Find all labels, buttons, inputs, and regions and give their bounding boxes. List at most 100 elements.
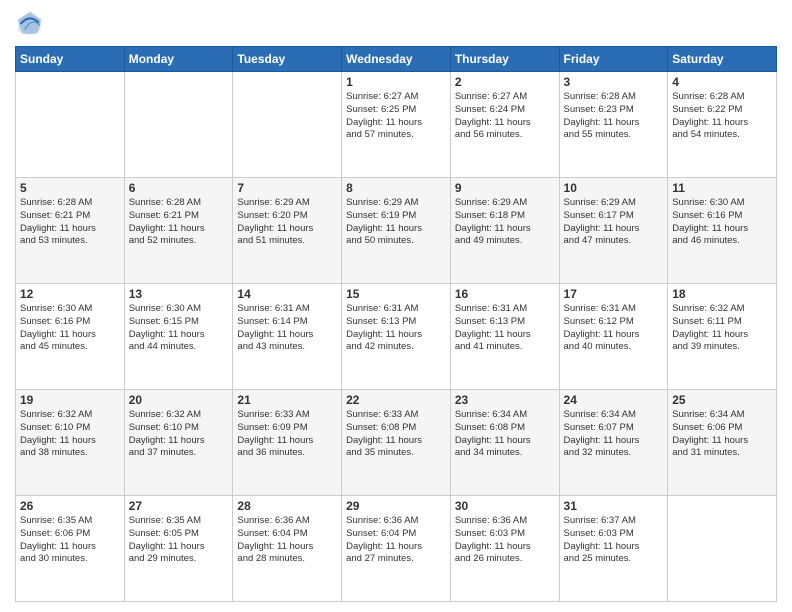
day-info: Sunrise: 6:31 AM Sunset: 6:12 PM Dayligh… (564, 303, 664, 354)
calendar-cell: 30Sunrise: 6:36 AM Sunset: 6:03 PM Dayli… (450, 496, 559, 602)
calendar-cell: 4 Sunrise: 6:28 AM Sunset: 6:22 PM Daylig… (668, 72, 777, 178)
calendar-cell: 29 Sunrise: 6:36 AM Sunset: 6:04 PM Dayli… (342, 496, 451, 602)
weekday-header: Thursday (450, 47, 559, 72)
calendar-cell (16, 72, 125, 178)
day-info: Sunrise: 6:30 AM Sunset: 6:16 PM Dayligh… (672, 197, 772, 248)
calendar-cell: 21Sunrise: 6:33 AM Sunset: 6:09 PM Dayli… (233, 390, 342, 496)
day-number: 9 (455, 181, 555, 195)
day-info: Sunrise: 6:27 AM Sunset: 6:25 PM Dayligh… (346, 91, 446, 142)
day-info: Sunrise: 6:32 AM Sunset: 6:10 PM Dayligh… (129, 409, 229, 460)
day-number: 5 (20, 181, 120, 195)
calendar-cell (233, 72, 342, 178)
calendar-cell: 12Sunrise: 6:30 AM Sunset: 6:16 PM Dayli… (16, 284, 125, 390)
day-info: Sunrise: 6:34 AM Sunset: 6:06 PM Dayligh… (672, 409, 772, 460)
day-info: Sunrise: 6:36 AM Sunset: 6:04 PM Dayligh… (237, 515, 337, 566)
day-info: Sunrise: 6:33 AM Sunset: 6:08 PM Dayligh… (346, 409, 446, 460)
day-info: Sunrise: 6:30 AM Sunset: 6:15 PM Dayligh… (129, 303, 229, 354)
calendar-cell: 11Sunrise: 6:30 AM Sunset: 6:16 PM Dayli… (668, 178, 777, 284)
calendar-cell: 22 Sunrise: 6:33 AM Sunset: 6:08 PM Dayli… (342, 390, 451, 496)
calendar-cell: 19 Sunrise: 6:32 AM Sunset: 6:10 PM Dayli… (16, 390, 125, 496)
day-number: 18 (672, 287, 772, 301)
calendar-cell (668, 496, 777, 602)
day-number: 25 (672, 393, 772, 407)
calendar-cell: 15 Sunrise: 6:31 AM Sunset: 6:13 PM Dayli… (342, 284, 451, 390)
calendar-cell: 14Sunrise: 6:31 AM Sunset: 6:14 PM Dayli… (233, 284, 342, 390)
calendar-cell: 18 Sunrise: 6:32 AM Sunset: 6:11 PM Dayli… (668, 284, 777, 390)
day-number: 20 (129, 393, 229, 407)
day-info: Sunrise: 6:34 AM Sunset: 6:07 PM Dayligh… (564, 409, 664, 460)
calendar-cell: 5 Sunrise: 6:28 AM Sunset: 6:21 PM Daylig… (16, 178, 125, 284)
calendar-cell: 16 Sunrise: 6:31 AM Sunset: 6:13 PM Dayli… (450, 284, 559, 390)
day-number: 8 (346, 181, 446, 195)
day-number: 19 (20, 393, 120, 407)
calendar-cell: 6 Sunrise: 6:28 AM Sunset: 6:21 PM Daylig… (124, 178, 233, 284)
calendar-cell: 26 Sunrise: 6:35 AM Sunset: 6:06 PM Dayli… (16, 496, 125, 602)
weekday-header: Saturday (668, 47, 777, 72)
day-info: Sunrise: 6:29 AM Sunset: 6:18 PM Dayligh… (455, 197, 555, 248)
day-number: 30 (455, 499, 555, 513)
weekday-header: Sunday (16, 47, 125, 72)
calendar-cell: 31Sunrise: 6:37 AM Sunset: 6:03 PM Dayli… (559, 496, 668, 602)
day-number: 29 (346, 499, 446, 513)
day-info: Sunrise: 6:32 AM Sunset: 6:11 PM Dayligh… (672, 303, 772, 354)
day-number: 6 (129, 181, 229, 195)
day-info: Sunrise: 6:34 AM Sunset: 6:08 PM Dayligh… (455, 409, 555, 460)
calendar-cell: 25 Sunrise: 6:34 AM Sunset: 6:06 PM Dayli… (668, 390, 777, 496)
calendar-cell: 17 Sunrise: 6:31 AM Sunset: 6:12 PM Dayli… (559, 284, 668, 390)
calendar-cell: 8 Sunrise: 6:29 AM Sunset: 6:19 PM Daylig… (342, 178, 451, 284)
day-info: Sunrise: 6:28 AM Sunset: 6:23 PM Dayligh… (564, 91, 664, 142)
day-info: Sunrise: 6:28 AM Sunset: 6:21 PM Dayligh… (20, 197, 120, 248)
day-info: Sunrise: 6:31 AM Sunset: 6:13 PM Dayligh… (346, 303, 446, 354)
day-info: Sunrise: 6:35 AM Sunset: 6:06 PM Dayligh… (20, 515, 120, 566)
calendar-table: SundayMondayTuesdayWednesdayThursdayFrid… (15, 46, 777, 602)
day-info: Sunrise: 6:35 AM Sunset: 6:05 PM Dayligh… (129, 515, 229, 566)
day-info: Sunrise: 6:36 AM Sunset: 6:04 PM Dayligh… (346, 515, 446, 566)
calendar-week-row: 26 Sunrise: 6:35 AM Sunset: 6:06 PM Dayli… (16, 496, 777, 602)
calendar-cell: 27 Sunrise: 6:35 AM Sunset: 6:05 PM Dayli… (124, 496, 233, 602)
weekday-header: Wednesday (342, 47, 451, 72)
day-number: 22 (346, 393, 446, 407)
calendar-cell: 3 Sunrise: 6:28 AM Sunset: 6:23 PM Daylig… (559, 72, 668, 178)
day-info: Sunrise: 6:31 AM Sunset: 6:14 PM Dayligh… (237, 303, 337, 354)
weekday-header: Tuesday (233, 47, 342, 72)
day-number: 26 (20, 499, 120, 513)
weekday-header: Friday (559, 47, 668, 72)
day-number: 28 (237, 499, 337, 513)
calendar-cell (124, 72, 233, 178)
calendar-week-row: 12Sunrise: 6:30 AM Sunset: 6:16 PM Dayli… (16, 284, 777, 390)
day-number: 23 (455, 393, 555, 407)
day-number: 4 (672, 75, 772, 89)
day-number: 24 (564, 393, 664, 407)
day-info: Sunrise: 6:27 AM Sunset: 6:24 PM Dayligh… (455, 91, 555, 142)
weekday-header: Monday (124, 47, 233, 72)
day-info: Sunrise: 6:29 AM Sunset: 6:17 PM Dayligh… (564, 197, 664, 248)
calendar-cell: 10 Sunrise: 6:29 AM Sunset: 6:17 PM Dayli… (559, 178, 668, 284)
day-info: Sunrise: 6:28 AM Sunset: 6:22 PM Dayligh… (672, 91, 772, 142)
day-info: Sunrise: 6:32 AM Sunset: 6:10 PM Dayligh… (20, 409, 120, 460)
calendar-cell: 28 Sunrise: 6:36 AM Sunset: 6:04 PM Dayli… (233, 496, 342, 602)
day-info: Sunrise: 6:31 AM Sunset: 6:13 PM Dayligh… (455, 303, 555, 354)
day-number: 15 (346, 287, 446, 301)
calendar-week-row: 5 Sunrise: 6:28 AM Sunset: 6:21 PM Daylig… (16, 178, 777, 284)
day-info: Sunrise: 6:29 AM Sunset: 6:19 PM Dayligh… (346, 197, 446, 248)
calendar-cell: 2Sunrise: 6:27 AM Sunset: 6:24 PM Daylig… (450, 72, 559, 178)
day-number: 17 (564, 287, 664, 301)
calendar-cell: 23 Sunrise: 6:34 AM Sunset: 6:08 PM Dayli… (450, 390, 559, 496)
day-number: 31 (564, 499, 664, 513)
day-info: Sunrise: 6:28 AM Sunset: 6:21 PM Dayligh… (129, 197, 229, 248)
calendar-cell: 13 Sunrise: 6:30 AM Sunset: 6:15 PM Dayli… (124, 284, 233, 390)
day-number: 27 (129, 499, 229, 513)
day-number: 13 (129, 287, 229, 301)
logo (15, 10, 47, 38)
day-number: 16 (455, 287, 555, 301)
calendar-cell: 9 Sunrise: 6:29 AM Sunset: 6:18 PM Daylig… (450, 178, 559, 284)
day-number: 3 (564, 75, 664, 89)
day-info: Sunrise: 6:33 AM Sunset: 6:09 PM Dayligh… (237, 409, 337, 460)
calendar-cell: 7Sunrise: 6:29 AM Sunset: 6:20 PM Daylig… (233, 178, 342, 284)
day-number: 1 (346, 75, 446, 89)
day-info: Sunrise: 6:29 AM Sunset: 6:20 PM Dayligh… (237, 197, 337, 248)
day-number: 10 (564, 181, 664, 195)
weekday-header-row: SundayMondayTuesdayWednesdayThursdayFrid… (16, 47, 777, 72)
header (15, 10, 777, 38)
page: SundayMondayTuesdayWednesdayThursdayFrid… (0, 0, 792, 612)
